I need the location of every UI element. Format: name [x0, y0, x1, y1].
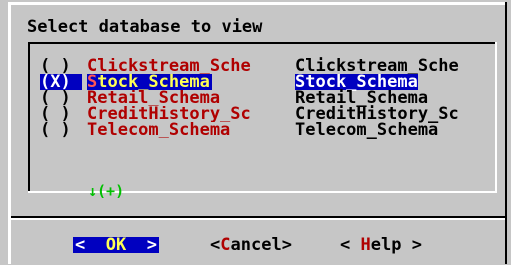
- radio-indicator[interactable]: ( ): [40, 122, 80, 139]
- list-item-credithistory[interactable]: ( ) CreditHistory_Sc CreditHistory_Sc: [40, 106, 459, 123]
- ok-label: OK: [105, 235, 127, 255]
- database-name: Retail_Schema: [87, 90, 221, 106]
- listbox-border-left: [28, 42, 30, 193]
- list-item-retail[interactable]: ( ) Retail_Schema Retail_Schema: [40, 90, 428, 107]
- help-button[interactable]: < Help >: [340, 235, 422, 255]
- cancel-close-bracket: >: [281, 235, 292, 255]
- database-name-first-letter: S: [87, 74, 98, 90]
- dialog-title: Select database to view: [27, 17, 263, 37]
- database-list: ( ) Clickstream_Sche Clickstream_Sche (X…: [40, 58, 459, 139]
- database-select-dialog: Select database to view ( ) Clickstream_…: [0, 0, 511, 265]
- ok-open-bracket: <: [75, 235, 86, 255]
- help-close-bracket: >: [401, 235, 422, 255]
- database-name-selected: Stock_Schema: [87, 74, 212, 90]
- help-label-rest: elp: [370, 235, 402, 255]
- listbox-border-top: [28, 42, 497, 44]
- dialog-border-top: [8, 2, 506, 5]
- list-item-telecom[interactable]: ( ) Telecom_Schema Telecom_Schema: [40, 122, 438, 139]
- cancel-label-rest: ancel: [230, 235, 282, 255]
- database-name-rest: tock_Schema: [97, 74, 210, 90]
- cancel-button[interactable]: <Cancel>: [210, 235, 292, 255]
- list-item-stock[interactable]: (X) Stock_Schema Stock_Schema: [40, 74, 418, 91]
- listbox-border-right: [495, 42, 497, 193]
- more-items-indicator[interactable]: ↓(+): [88, 183, 124, 199]
- database-name: Clickstream_Sche: [87, 58, 251, 74]
- dialog-border-left: [8, 2, 11, 264]
- ok-close-bracket: >: [146, 235, 157, 255]
- cancel-open-bracket: <: [210, 235, 221, 255]
- cancel-hotkey: C: [220, 235, 231, 255]
- dialog-border-right: [505, 2, 507, 264]
- button-area-divider-highlight: [11, 218, 505, 220]
- help-hotkey: H: [360, 235, 371, 255]
- list-item-clickstream[interactable]: ( ) Clickstream_Sche Clickstream_Sche: [40, 58, 459, 75]
- database-description: Telecom_Schema: [295, 120, 439, 140]
- database-name: CreditHistory_Sc: [87, 106, 251, 122]
- database-name: Telecom_Schema: [87, 122, 231, 138]
- ok-button[interactable]: < OK >: [73, 235, 159, 255]
- help-open-bracket: <: [340, 235, 361, 255]
